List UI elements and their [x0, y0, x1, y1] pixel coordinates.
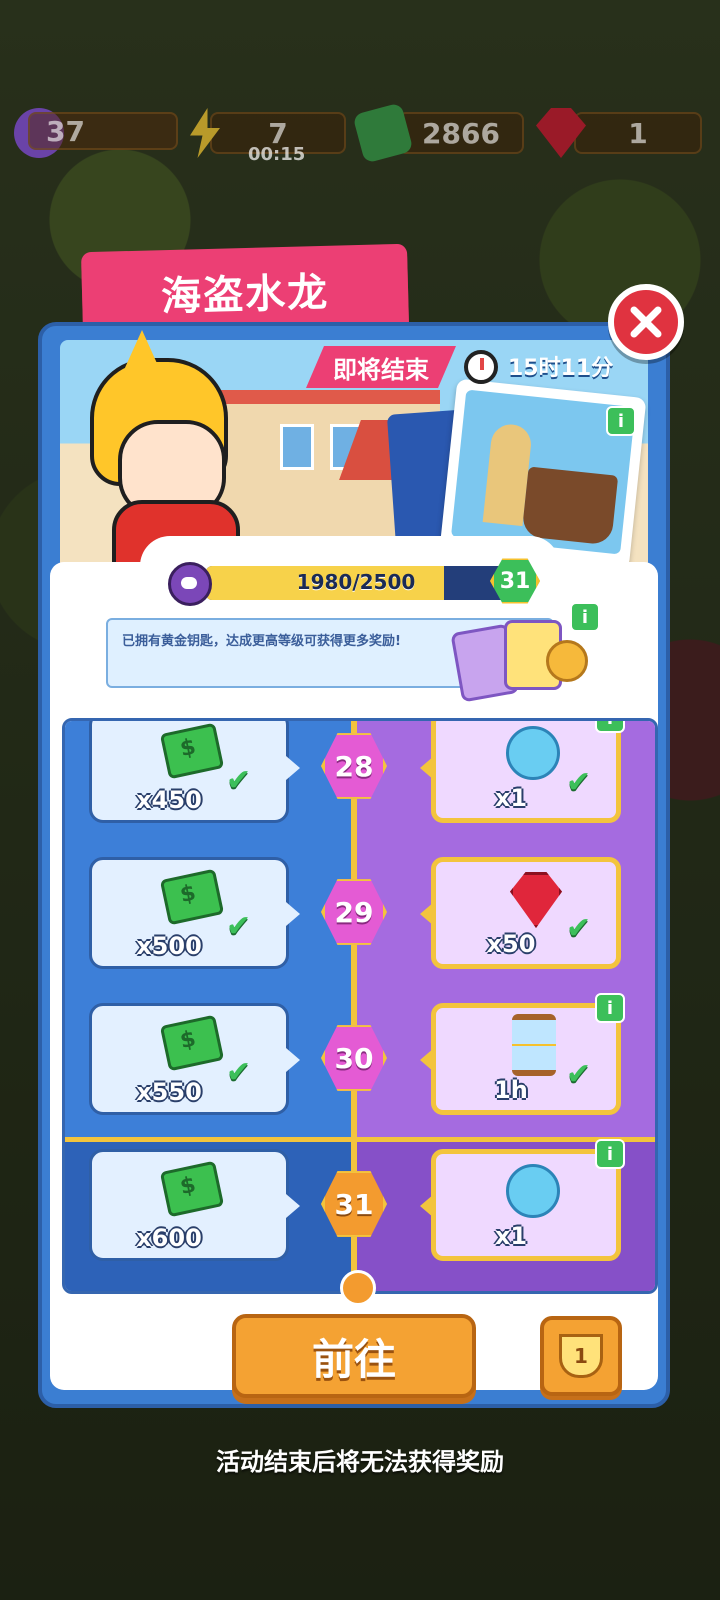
gem-icon [510, 872, 562, 928]
cash-icon [159, 1160, 225, 1218]
footer-note: 活动结束后将无法获得奖励 [216, 1448, 504, 1476]
free-reward-card[interactable]: x550 ✔ [89, 1003, 300, 1115]
free-reward-card[interactable]: x500 ✔ [89, 857, 300, 969]
free-reward-amount: x600 [136, 1224, 202, 1252]
reward-info-icon[interactable]: i [595, 1139, 625, 1169]
trophy-icon: 1 [559, 1334, 603, 1378]
level-node: 29 [321, 879, 387, 945]
reward-row: x500 ✔ 29 x50 ✔ [65, 847, 655, 977]
level-value: 37 [28, 112, 178, 150]
premium-reward-card[interactable]: 1h ✔ [420, 1003, 621, 1115]
bomb-icon [168, 562, 212, 606]
next-level-node [340, 1270, 376, 1306]
premium-reward-card[interactable]: x1 ✔ [420, 721, 621, 823]
close-icon [630, 306, 662, 338]
hud-cash[interactable]: 2866 [352, 102, 524, 164]
time-remaining: 15时11分 [508, 356, 614, 381]
cash-icon [159, 868, 225, 926]
free-reward-amount: x550 [136, 1078, 202, 1106]
progress-text: 1980/2500 [296, 570, 416, 594]
golden-key-icon [546, 640, 588, 682]
premium-reward-card[interactable]: x50 ✔ [420, 857, 621, 969]
level-node-current: 31 [321, 1171, 387, 1237]
go-button[interactable]: 前往 [232, 1314, 476, 1398]
scissor-icon [506, 726, 560, 780]
ending-soon-badge: 即将结束 [306, 346, 456, 388]
reward-info-icon[interactable]: i [595, 721, 625, 733]
reward-row: x550 ✔ 30 1h ✔ i [65, 993, 655, 1123]
claimed-check-icon: ✔ [566, 1057, 592, 1092]
leaderboard-button[interactable]: 1 [540, 1316, 622, 1396]
claimed-check-icon: ✔ [566, 765, 592, 800]
card-info-icon[interactable]: i [606, 406, 636, 436]
energy-timer: 00:15 [248, 144, 306, 165]
level-node: 28 [321, 733, 387, 799]
golden-key-illustration [450, 620, 588, 703]
clock-icon [464, 350, 498, 384]
event-title: 海盗水龙 [160, 269, 330, 321]
cash-value: 2866 [398, 112, 524, 154]
hud-gems[interactable]: 1 [536, 108, 702, 158]
close-button[interactable] [608, 284, 684, 360]
free-reward-amount: x450 [136, 786, 202, 814]
claimed-check-icon: ✔ [226, 763, 252, 798]
claimed-check-icon: ✔ [226, 1055, 252, 1090]
premium-reward-card[interactable]: x1 [420, 1149, 621, 1261]
cash-icon [159, 1014, 225, 1072]
premium-reward-amount: 1h [494, 1076, 528, 1104]
key-info-icon[interactable]: i [570, 602, 600, 632]
window [280, 424, 314, 470]
claimed-check-icon: ✔ [566, 911, 592, 946]
cash-icon [159, 722, 225, 780]
claimed-check-icon: ✔ [226, 909, 252, 944]
progress-bar: 1980/2500 [206, 566, 506, 600]
premium-reward-amount: x1 [494, 1222, 528, 1250]
hud-level: 37 [14, 108, 178, 158]
ship-figure [521, 466, 619, 546]
reward-row: x600 31 x1 i [65, 1139, 655, 1269]
reward-info-icon[interactable]: i [595, 993, 625, 1023]
level-node: 30 [321, 1025, 387, 1091]
event-title-tab: 海盗水龙 [80, 243, 410, 335]
reward-row: x450 ✔ 28 x1 ✔ i [65, 721, 655, 831]
free-reward-card[interactable]: x450 ✔ [89, 721, 300, 823]
hourglass-icon [512, 1014, 556, 1076]
free-reward-amount: x500 [136, 932, 202, 960]
premium-reward-amount: x50 [486, 930, 536, 958]
gems-value: 1 [574, 112, 702, 154]
scissor-icon [506, 1164, 560, 1218]
free-reward-card[interactable]: x600 [89, 1149, 300, 1261]
reward-track[interactable]: x450 ✔ 28 x1 ✔ i x500 ✔ 29 x50 ✔ x550 ✔ [62, 718, 658, 1294]
premium-reward-amount: x1 [494, 784, 528, 812]
